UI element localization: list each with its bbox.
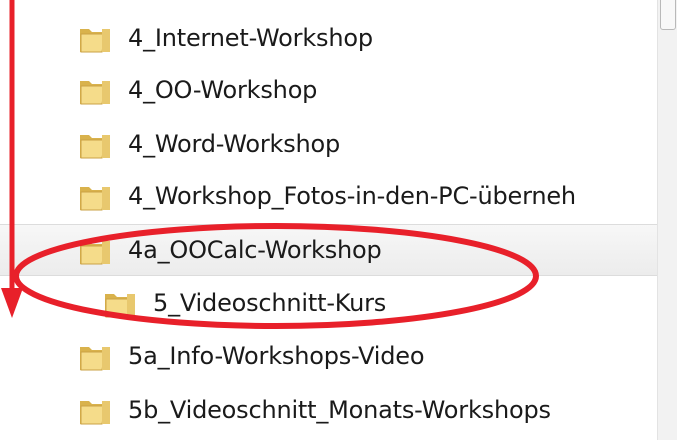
tree-item-4-oo-workshop[interactable]: 4_OO-Workshop [0, 64, 658, 116]
folder-tree: 4_Internet-Workshop 4_OO-Workshop 4_Word… [0, 0, 658, 440]
tree-item-label: 4_Internet-Workshop [128, 24, 373, 52]
tree-item-label: 5a_Info-Workshops-Video [128, 342, 425, 370]
tree-item-label: 4_Word-Workshop [128, 130, 341, 158]
scrollbar-thumb[interactable] [660, 0, 676, 30]
tree-item-5b-videoschnitt-monats-workshops[interactable]: 5b_Videoschnitt_Monats-Workshops [0, 384, 658, 436]
folder-icon [80, 81, 110, 105]
vertical-scrollbar[interactable] [657, 0, 677, 440]
folder-icon [80, 135, 110, 159]
tree-item-label: 5b_Videoschnitt_Monats-Workshops [128, 396, 551, 424]
tree-item-4a-oocalc-workshop[interactable]: 4a_OOCalc-Workshop [0, 224, 658, 276]
folder-icon [80, 241, 110, 265]
tree-item-5a-info-workshops-video[interactable]: 5a_Info-Workshops-Video [0, 330, 658, 382]
tree-item-label: 5_Videoschnitt-Kurs [153, 289, 387, 317]
tree-item-5-videoschnitt-kurs[interactable]: 5_Videoschnitt-Kurs [0, 277, 658, 329]
folder-icon [80, 187, 110, 211]
tree-item-4-word-workshop[interactable]: 4_Word-Workshop [0, 118, 658, 170]
tree-item-label: 4_Workshop_Fotos-in-den-PC-überneh [128, 182, 576, 210]
folder-icon [80, 401, 110, 425]
tree-item-label: 4_OO-Workshop [128, 76, 318, 104]
folder-icon [80, 347, 110, 371]
folder-icon [80, 29, 110, 53]
tree-item-4-workshop-fotos[interactable]: 4_Workshop_Fotos-in-den-PC-überneh [0, 170, 658, 222]
tree-item-label: 4a_OOCalc-Workshop [128, 236, 382, 264]
tree-item-4-internet-workshop[interactable]: 4_Internet-Workshop [0, 12, 658, 64]
folder-icon [105, 294, 135, 318]
